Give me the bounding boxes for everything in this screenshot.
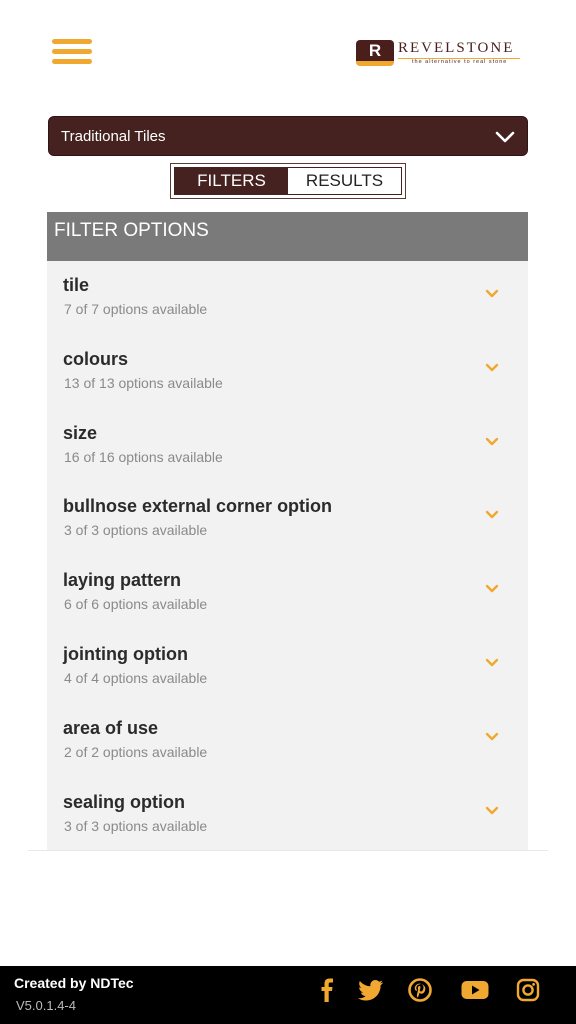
chevron-down-icon xyxy=(485,806,499,814)
chevron-down-icon xyxy=(495,131,515,143)
facebook-icon[interactable] xyxy=(318,978,336,1002)
chevron-down-icon xyxy=(485,584,499,593)
filter-item-count: 3 of 3 options available xyxy=(64,522,208,539)
filter-item-count: 13 of 13 options available xyxy=(64,374,223,391)
brand-name: REVELSTONE xyxy=(398,40,515,56)
filter-item-jointing-option[interactable]: jointing option 4 of 4 options available xyxy=(47,630,528,704)
filter-item-count: 3 of 3 options available xyxy=(64,817,208,834)
content-divider xyxy=(28,850,548,851)
category-dropdown[interactable]: Traditional Tiles xyxy=(48,116,528,156)
twitter-icon[interactable] xyxy=(358,978,384,1002)
footer: Created by NDTec V5.0.1.4-4 xyxy=(0,966,576,1024)
chevron-down-icon xyxy=(485,732,499,740)
brand-logo[interactable]: R REVELSTONE the alternative to real sto… xyxy=(356,38,524,68)
youtube-icon[interactable] xyxy=(461,978,489,1002)
logo-mark: R xyxy=(356,40,394,66)
filter-item-name: tile xyxy=(63,275,90,295)
filter-item-count: 6 of 6 options available xyxy=(64,596,208,613)
view-toggle: FILTERS RESULTS xyxy=(170,163,406,199)
logo-mark-letter: R xyxy=(368,41,382,60)
filter-item-name: sealing option xyxy=(63,791,186,812)
filter-item-count: 16 of 16 options available xyxy=(64,448,223,465)
pinterest-icon[interactable] xyxy=(408,978,432,1002)
filter-item-name: area of use xyxy=(63,717,159,738)
brand-tagline: the alternative to real stone xyxy=(412,59,508,65)
instagram-icon[interactable] xyxy=(516,978,540,1002)
menu-icon[interactable] xyxy=(52,39,92,67)
filter-item-tile[interactable]: tile 7 of 7 options available xyxy=(47,261,528,335)
filter-item-size[interactable]: size 16 of 16 options available xyxy=(47,409,528,483)
filter-item-sealing-option[interactable]: sealing option 3 of 3 options available xyxy=(47,778,528,852)
filter-item-name: laying pattern xyxy=(63,570,182,591)
filter-item-name: bullnose external corner option xyxy=(63,496,333,517)
filter-item-area-of-use[interactable]: area of use 2 of 2 options available xyxy=(47,704,528,778)
tab-results[interactable]: RESULTS xyxy=(288,168,401,194)
filter-panel-title: FILTER OPTIONS xyxy=(47,212,528,261)
menu-icon-bar xyxy=(52,59,92,64)
chevron-down-icon xyxy=(485,511,499,519)
menu-icon-bar xyxy=(52,49,92,54)
tab-filters[interactable]: FILTERS xyxy=(175,168,288,194)
chevron-down-icon xyxy=(485,363,499,371)
filter-item-name: size xyxy=(63,422,98,443)
category-dropdown-value: Traditional Tiles xyxy=(61,128,166,145)
footer-version: V5.0.1.4-4 xyxy=(16,998,76,1013)
filter-item-count: 4 of 4 options available xyxy=(64,669,208,686)
chevron-down-icon xyxy=(485,437,499,445)
filter-item-colours[interactable]: colours 13 of 13 options available xyxy=(47,335,528,409)
filter-item-count: 7 of 7 options available xyxy=(64,301,208,317)
footer-credit: Created by NDTec xyxy=(14,975,134,991)
filter-item-bullnose-external-corner-option[interactable]: bullnose external corner option 3 of 3 o… xyxy=(47,482,528,556)
filter-item-name: jointing option xyxy=(63,643,188,664)
menu-icon-bar xyxy=(52,39,92,44)
chevron-down-icon xyxy=(485,289,499,298)
filter-item-name: colours xyxy=(63,348,129,369)
filter-item-count: 2 of 2 options available xyxy=(64,743,208,760)
filter-panel: FILTER OPTIONS tile 7 of 7 options avail… xyxy=(47,212,528,850)
filter-item-laying-pattern[interactable]: laying pattern 6 of 6 options available xyxy=(47,556,528,630)
chevron-down-icon xyxy=(485,658,499,667)
